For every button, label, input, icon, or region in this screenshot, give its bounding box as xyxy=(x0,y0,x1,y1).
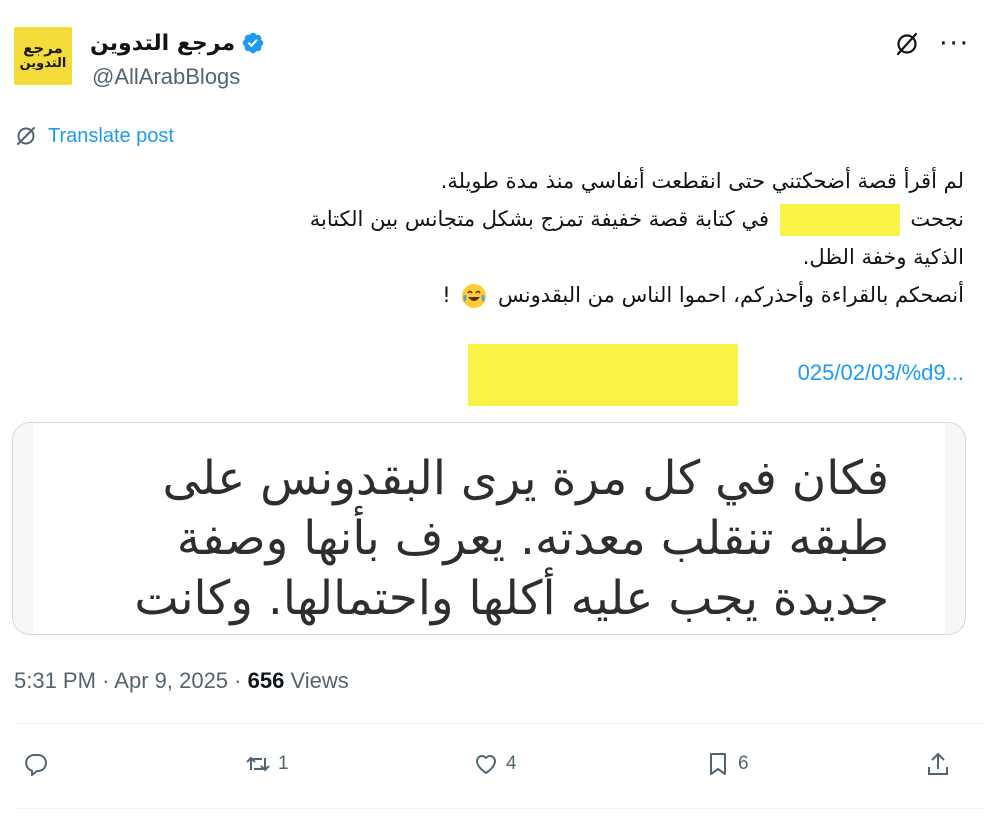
attached-image: فكان في كل مرة يرى البقدونس على طبقه تنق… xyxy=(33,423,945,634)
views-count: 656 xyxy=(247,668,285,693)
image-text: فكان في كل مرة يرى البقدونس على طبقه تنق… xyxy=(134,449,889,629)
image-text-line-1: فكان في كل مرة يرى البقدونس على xyxy=(162,451,889,506)
retweet-icon xyxy=(246,756,270,772)
bookmark-count: 6 xyxy=(738,753,749,774)
avatar-text-1: مرجع xyxy=(23,39,63,58)
meta-separator-2: · xyxy=(234,668,242,693)
tweet-line-2-start: نجحت xyxy=(910,207,964,231)
post-time[interactable]: 5:31 PM xyxy=(14,668,96,693)
more-options-icon[interactable]: ··· xyxy=(939,31,970,57)
translate-globe-icon xyxy=(14,124,38,148)
tweet-line-1: لم أقرأ قصة أضحكتني حتى انقطعت أنفاسي من… xyxy=(440,169,964,193)
attached-image-card[interactable]: فكان في كل مرة يرى البقدونس على طبقه تنق… xyxy=(12,422,966,635)
grok-icon[interactable] xyxy=(893,30,921,58)
avatar-text-2: التدوين xyxy=(19,56,67,72)
account-handle[interactable]: @AllArabBlogs xyxy=(92,64,240,90)
tweet-text: لم أقرأ قصة أضحكتني حتى انقطعت أنفاسي من… xyxy=(24,162,964,314)
tweet-link[interactable]: 025/02/03/%d9... xyxy=(798,360,964,386)
display-name[interactable]: مرجع التدوين xyxy=(90,31,235,56)
post-date[interactable]: Apr 9, 2025 xyxy=(114,668,228,693)
tweet-line-2: نجحت في كتابة قصة خفيفة تمزج بشكل متجانس… xyxy=(24,200,964,238)
bookmark-icon xyxy=(710,753,726,775)
like-button[interactable]: 4 xyxy=(472,750,517,778)
retweet-button[interactable]: 1 xyxy=(244,750,289,778)
link-redaction-box xyxy=(468,344,738,406)
tweet-line-4: أنصحكم بالقراءة وأحذركم، احموا الناس من … xyxy=(24,276,964,314)
verified-badge-icon xyxy=(241,31,265,55)
heart-icon xyxy=(476,755,496,774)
action-bar: 1 4 6 xyxy=(14,750,970,790)
reply-button[interactable] xyxy=(22,750,56,778)
divider-bottom xyxy=(14,808,986,809)
laughing-tears-emoji-icon xyxy=(461,283,487,309)
retweet-count: 1 xyxy=(278,753,289,774)
translate-post-link[interactable]: Translate post xyxy=(14,124,174,148)
header-actions: ··· xyxy=(893,30,970,58)
bookmark-button[interactable]: 6 xyxy=(704,750,749,778)
reply-icon xyxy=(25,754,47,776)
like-count: 4 xyxy=(506,753,517,774)
avatar[interactable]: مرجع التدوين xyxy=(14,27,72,85)
author-name-row[interactable]: مرجع التدوين xyxy=(90,28,265,58)
translate-label[interactable]: Translate post xyxy=(48,125,174,148)
share-icon xyxy=(928,752,948,775)
image-text-line-2: طبقه تنقلب معدته. يعرف بأنها وصفة xyxy=(176,511,889,566)
tweet-line-2-end: في كتابة قصة خفيفة تمزج بشكل متجانس بين … xyxy=(309,207,770,231)
redaction-box xyxy=(779,204,900,236)
tweet-meta: 5:31 PM · Apr 9, 2025 · 656 Views xyxy=(14,668,349,694)
views-label: Views xyxy=(290,668,349,693)
meta-separator-1: · xyxy=(102,668,110,693)
tweet-line-4-end: ! xyxy=(442,283,451,307)
tweet-line-3: الذكية وخفة الظل. xyxy=(802,245,964,269)
share-button[interactable] xyxy=(924,750,952,778)
divider-top xyxy=(14,723,986,724)
image-text-line-3: جديدة يجب عليه أكلها واحتمالها. وكانت xyxy=(134,571,889,626)
tweet-line-4-text: أنصحكم بالقراءة وأحذركم، احموا الناس من … xyxy=(498,283,964,307)
